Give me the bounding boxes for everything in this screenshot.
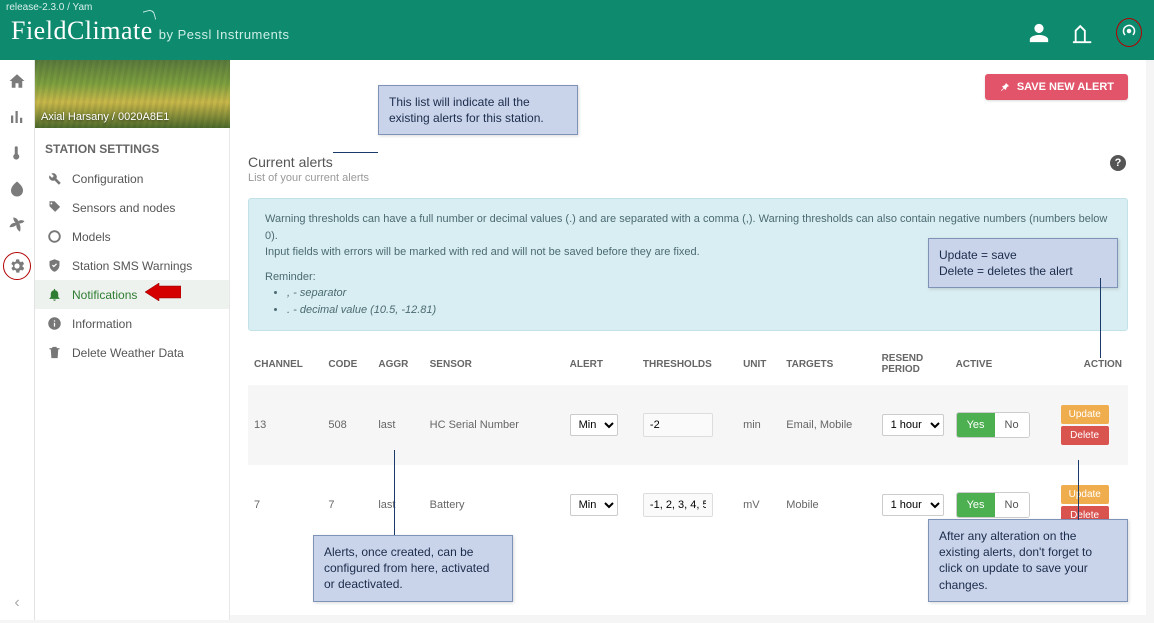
release-tag: release-2.3.0 / Yam	[6, 2, 92, 13]
active-toggle[interactable]: YesNo	[956, 412, 1030, 438]
bird-icon[interactable]	[8, 216, 26, 234]
chart-icon[interactable]	[8, 108, 26, 126]
panel-title: Current alerts	[248, 154, 1128, 170]
station-caption: Axial Harsany / 0020A8E1	[41, 111, 169, 123]
th-active: ACTIVE	[950, 343, 1055, 385]
alert-select[interactable]: Min	[570, 494, 618, 516]
top-icons	[1028, 18, 1142, 47]
station-image: Axial Harsany / 0020A8E1	[35, 60, 230, 128]
broadcast-icon[interactable]	[1120, 22, 1138, 40]
th-thresholds: THRESHOLDS	[637, 343, 737, 385]
th-code: CODE	[322, 343, 372, 385]
th-sensor: SENSOR	[424, 343, 564, 385]
trash-icon	[47, 345, 62, 360]
threshold-input[interactable]	[643, 413, 713, 437]
sidebar-item-configuration[interactable]: Configuration	[35, 164, 229, 193]
settings-icon-circled	[3, 252, 31, 280]
help-icon[interactable]: ?	[1110, 155, 1126, 171]
collapse-rail-icon[interactable]: ‹	[14, 594, 19, 612]
alert-select[interactable]: Min	[570, 414, 618, 436]
sidebar-title: STATION SETTINGS	[35, 128, 229, 164]
callout-list: This list will indicate all the existing…	[378, 85, 578, 135]
update-button[interactable]: Update	[1061, 405, 1109, 424]
save-new-alert-button[interactable]: SAVE NEW ALERT	[985, 74, 1128, 100]
leaf-icon: t	[133, 16, 141, 46]
red-arrow-annotation	[145, 283, 181, 301]
sidebar: Axial Harsany / 0020A8E1 STATION SETTING…	[35, 60, 230, 620]
alerts-table: CHANNEL CODE AGGR SENSOR ALERT THRESHOLD…	[248, 343, 1128, 545]
leaves-icon[interactable]	[8, 180, 26, 198]
th-action: ACTION	[1055, 343, 1128, 385]
resend-select[interactable]: 1 hour	[882, 494, 944, 516]
resend-select[interactable]: 1 hour	[882, 414, 944, 436]
lead-line	[333, 152, 378, 153]
th-aggr: AGGR	[372, 343, 423, 385]
pin-icon	[999, 81, 1011, 93]
th-channel: CHANNEL	[248, 343, 322, 385]
left-icon-rail: ‹	[0, 60, 35, 620]
lead-line	[394, 450, 395, 535]
atom-icon	[47, 229, 62, 244]
wrench-icon	[47, 171, 62, 186]
bell-icon	[47, 287, 62, 302]
sidebar-item-information[interactable]: Information	[35, 309, 229, 338]
tag-icon	[47, 200, 62, 215]
sidebar-item-delete[interactable]: Delete Weather Data	[35, 338, 229, 367]
info-icon	[47, 316, 62, 331]
th-unit: UNIT	[737, 343, 780, 385]
broadcast-icon-circled	[1116, 18, 1142, 47]
update-button[interactable]: Update	[1061, 485, 1109, 504]
top-bar: release-2.3.0 / Yam FieldClimateby Pessl…	[0, 0, 1154, 60]
callout-update-delete: Update = save Delete = deletes the alert	[928, 238, 1118, 288]
brand-logo: FieldClimateby Pessl Instruments	[11, 16, 289, 46]
sidebar-item-sensors[interactable]: Sensors and nodes	[35, 193, 229, 222]
sidebar-item-notifications[interactable]: Notifications	[35, 280, 229, 309]
threshold-input[interactable]	[643, 493, 713, 517]
callout-configure: Alerts, once created, can be configured …	[313, 535, 513, 602]
shield-check-icon	[47, 258, 62, 273]
home-icon[interactable]	[8, 72, 26, 90]
panel-subtitle: List of your current alerts	[248, 172, 1128, 184]
lead-line	[1100, 278, 1101, 358]
user-icon[interactable]	[1028, 22, 1050, 44]
th-resend: RESEND PERIOD	[876, 343, 950, 385]
active-toggle[interactable]: YesNo	[956, 492, 1030, 518]
sidebar-item-sms[interactable]: Station SMS Warnings	[35, 251, 229, 280]
table-row: 13 508 last HC Serial Number Min min Ema…	[248, 385, 1128, 465]
sidebar-item-models[interactable]: Models	[35, 222, 229, 251]
delete-button[interactable]: Delete	[1061, 426, 1109, 445]
gear-icon[interactable]	[8, 257, 26, 275]
thermometer-icon[interactable]	[8, 144, 26, 162]
lead-line	[1078, 460, 1079, 520]
building-icon[interactable]	[1072, 22, 1094, 44]
th-alert: ALERT	[564, 343, 637, 385]
th-targets: TARGETS	[780, 343, 875, 385]
callout-save-reminder: After any alteration on the existing ale…	[928, 519, 1128, 602]
